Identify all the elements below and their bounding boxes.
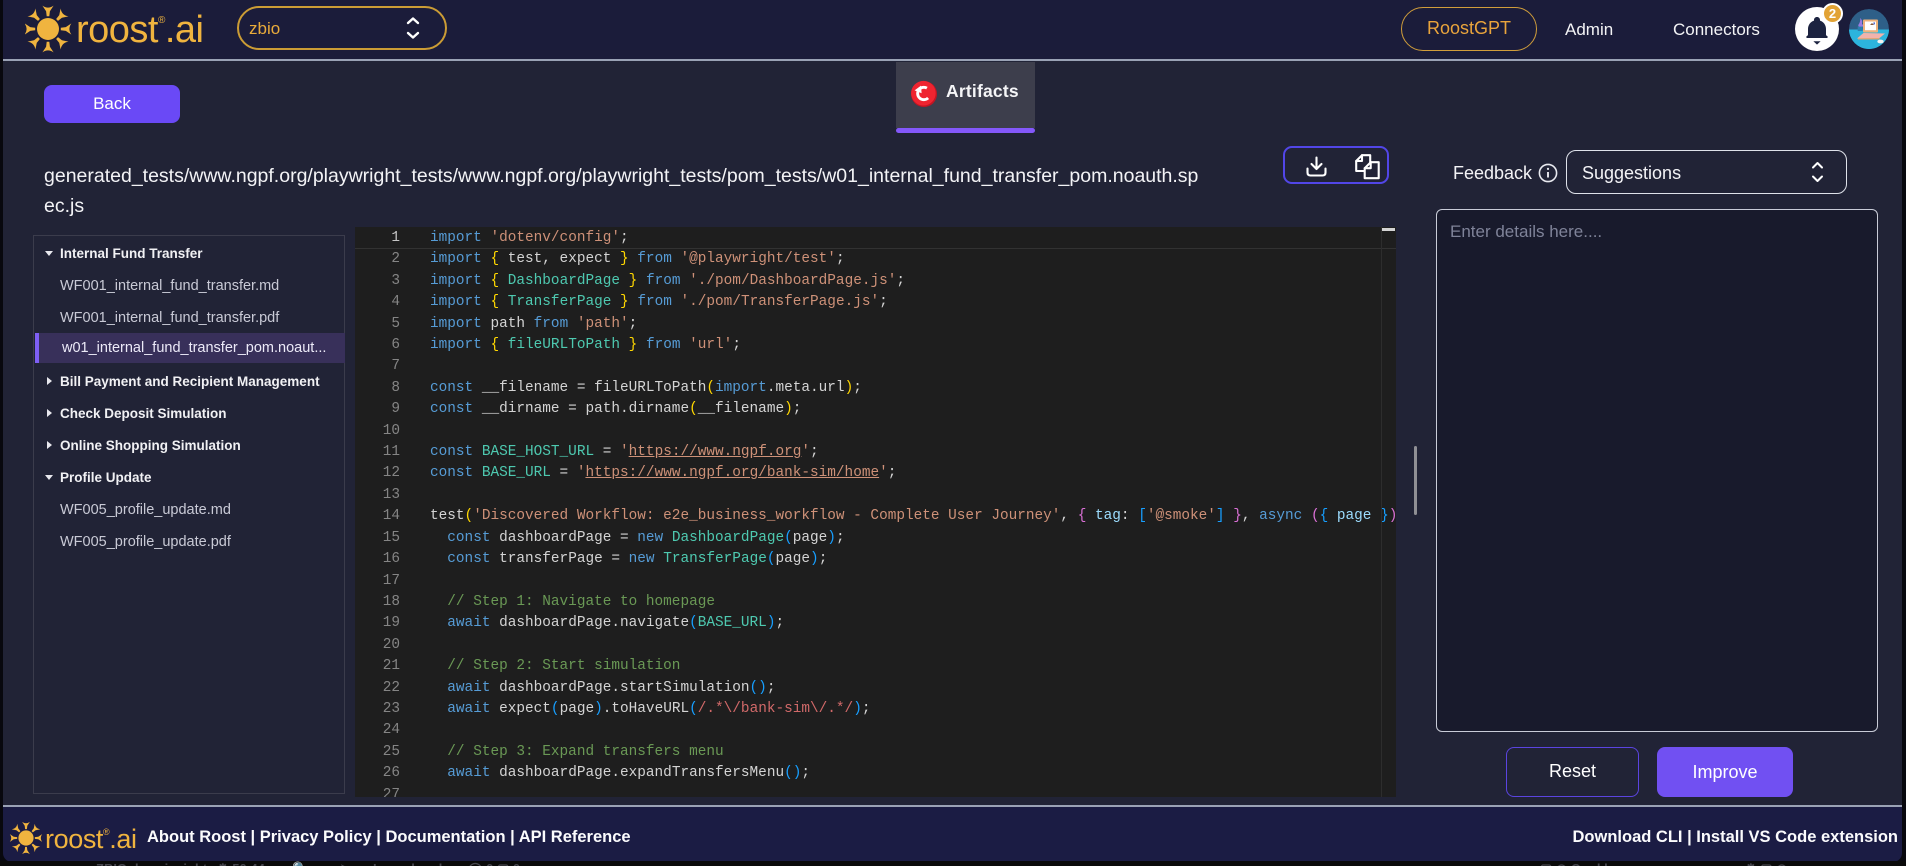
svg-text:roost®.ai: roost®.ai <box>76 9 204 51</box>
svg-text:roost®.ai: roost®.ai <box>45 824 137 854</box>
